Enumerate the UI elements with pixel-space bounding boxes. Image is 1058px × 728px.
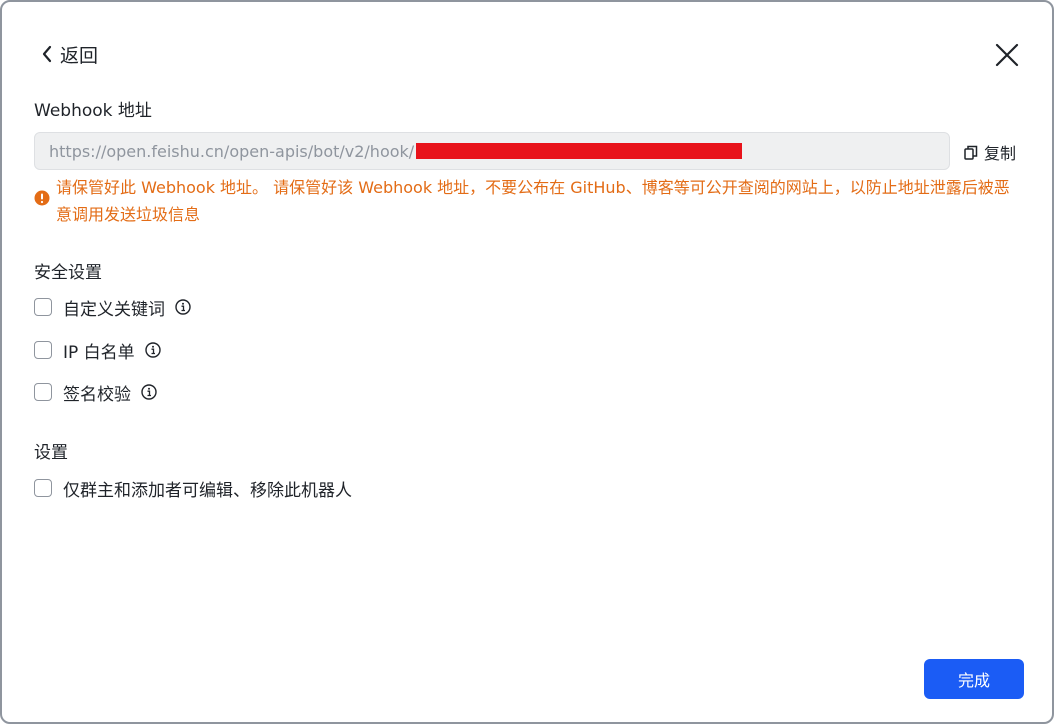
webhook-label: Webhook 地址 [34, 101, 152, 121]
back-button[interactable]: 返回 [40, 40, 98, 68]
done-button[interactable]: 完成 [924, 659, 1024, 699]
ip-whitelist-checkbox[interactable] [34, 341, 52, 359]
option-owner-only-edit[interactable]: 仅群主和添加者可编辑、移除此机器人 [34, 476, 352, 501]
copy-label: 复制 [984, 144, 1017, 163]
owner-only-edit-checkbox[interactable] [34, 479, 52, 497]
warning-text: 请保管好此 Webhook 地址。 请保管好该 Webhook 地址，不要公布在… [56, 178, 1010, 224]
chevron-left-icon [42, 45, 52, 63]
copy-button[interactable]: 复制 [964, 140, 1016, 164]
custom-keywords-checkbox[interactable] [34, 298, 52, 316]
close-icon[interactable] [992, 40, 1022, 70]
info-icon[interactable] [141, 384, 157, 400]
webhook-dialog: 返回 Webhook 地址 https://open.feishu.cn/ope… [0, 0, 1054, 724]
warning-icon [34, 190, 50, 206]
webhook-warning: 请保管好此 Webhook 地址。 请保管好该 Webhook 地址，不要公布在… [34, 174, 1024, 228]
signature-check-checkbox[interactable] [34, 383, 52, 401]
copy-icon [964, 145, 978, 160]
redaction-bar [416, 143, 743, 159]
option-custom-keywords[interactable]: 自定义关键词 [34, 295, 191, 320]
info-icon[interactable] [144, 342, 161, 358]
option-signature-check[interactable]: 签名校验 [34, 380, 157, 405]
webhook-url-text: https://open.feishu.cn/open-apis/bot/v2/… [49, 141, 415, 161]
custom-keywords-label: 自定义关键词 [63, 299, 165, 320]
security-heading: 安全设置 [34, 263, 102, 283]
option-ip-whitelist[interactable]: IP 白名单 [34, 338, 161, 363]
settings-heading: 设置 [34, 443, 68, 463]
info-icon[interactable] [175, 299, 191, 315]
webhook-url-field[interactable]: https://open.feishu.cn/open-apis/bot/v2/… [34, 132, 950, 170]
back-label: 返回 [60, 44, 99, 67]
signature-check-label: 签名校验 [63, 384, 131, 405]
owner-only-edit-label: 仅群主和添加者可编辑、移除此机器人 [63, 480, 352, 501]
ip-whitelist-label: IP 白名单 [63, 342, 135, 363]
